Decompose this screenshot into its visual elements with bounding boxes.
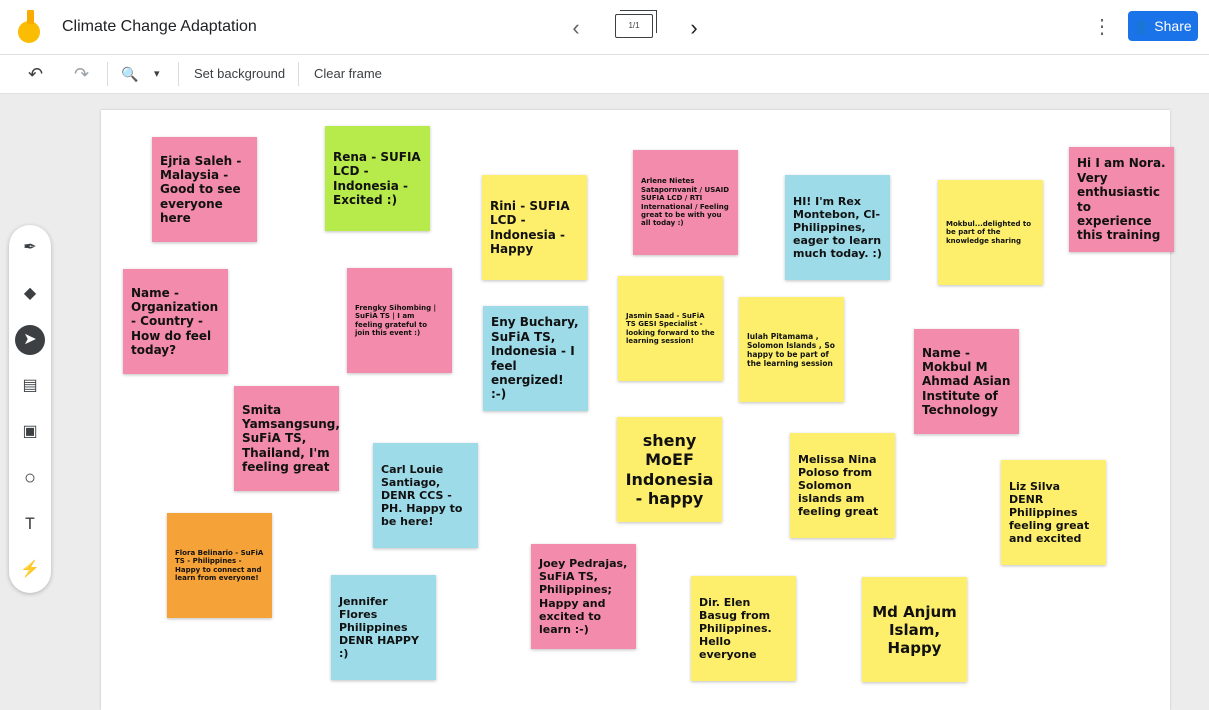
sticky-note[interactable]: Rena - SUFIA LCD - Indonesia - Excited :… <box>325 126 430 231</box>
laser-icon[interactable]: ⚡ <box>15 555 45 585</box>
sticky-note[interactable]: Smita Yamsangsung, SuFiA TS, Thailand, I… <box>234 386 339 491</box>
sticky-note[interactable]: Flora Belinario - SuFiA TS - Philippines… <box>167 513 272 618</box>
toolbar-divider <box>107 62 108 86</box>
share-button[interactable]: 👤 Share <box>1128 11 1198 41</box>
tool-rail: ✒ ◆ ➤ ▤ ▣ ○ T ⚡ <box>9 225 51 593</box>
text-box-icon[interactable]: T <box>15 509 45 539</box>
eraser-icon[interactable]: ◆ <box>15 279 45 309</box>
sticky-note[interactable]: Carl Louie Santiago, DENR CCS - PH. Happ… <box>373 443 478 548</box>
sticky-note[interactable]: Jasmin Saad - SuFiA TS GESI Specialist -… <box>618 276 723 381</box>
sticky-note[interactable]: Name -Mokbul M Ahmad Asian Institute of … <box>914 329 1019 434</box>
image-icon[interactable]: ▣ <box>15 417 45 447</box>
sticky-note[interactable]: Joey Pedrajas, SuFiA TS, Philippines; Ha… <box>531 544 636 649</box>
set-background-button[interactable]: Set background <box>194 55 285 93</box>
sticky-note[interactable]: sheny MoEF Indonesia - happy <box>617 417 722 522</box>
sticky-note[interactable]: Arlene Nietes Satapornvanit / USAID SUFI… <box>633 150 738 255</box>
circle-icon[interactable]: ○ <box>15 463 45 493</box>
toolbar-divider <box>298 62 299 86</box>
sticky-note[interactable]: Eny Buchary, SuFiA TS, Indonesia - I fee… <box>483 306 588 411</box>
sticky-note[interactable]: Ejria Saleh - Malaysia - Good to see eve… <box>152 137 257 242</box>
sticky-note[interactable]: Hi I am Nora. Very enthusiastic to exper… <box>1069 147 1174 252</box>
sticky-note[interactable]: Mokbul...delighted to be part of the kno… <box>938 180 1043 285</box>
frame-indicator[interactable]: 1/1 <box>615 10 657 38</box>
sticky-note[interactable]: Dir. Elen Basug from Philippines. Hello … <box>691 576 796 681</box>
sticky-note[interactable]: Name - Organization - Country - How do f… <box>123 269 228 374</box>
sticky-note[interactable]: Iulah Pitamama , Solomon Islands , So ha… <box>739 297 844 402</box>
sticky-note[interactable]: HI! I'm Rex Montebon, CI-Philippines, ea… <box>785 175 890 280</box>
sticky-note[interactable]: Rini - SUFIA LCD - Indonesia - Happy <box>482 175 587 280</box>
jam-canvas[interactable]: Ejria Saleh - Malaysia - Good to see eve… <box>101 110 1174 710</box>
select-icon[interactable]: ➤ <box>15 325 45 355</box>
top-bar: Climate Change Adaptation ‹ 1/1 › ⋮ 👤 Sha… <box>0 0 1209 55</box>
redo-icon[interactable]: ↷ <box>74 55 89 93</box>
clear-frame-button[interactable]: Clear frame <box>314 55 382 93</box>
share-label: Share <box>1154 18 1192 34</box>
pen-icon[interactable]: ✒ <box>15 233 45 263</box>
document-title[interactable]: Climate Change Adaptation <box>62 18 257 36</box>
toolbar-divider <box>178 62 179 86</box>
zoom-icon[interactable]: 🔍 <box>121 55 138 93</box>
more-options-icon[interactable]: ⋮ <box>1092 14 1112 40</box>
toolbar: ↶ ↷ 🔍 ▾ Set background Clear frame <box>0 55 1209 94</box>
sticky-note[interactable]: Melissa Nina Poloso from Solomon islands… <box>790 433 895 538</box>
sticky-note[interactable]: Md Anjum Islam, Happy <box>862 577 967 682</box>
sticky-note[interactable]: Jennifer Flores Philippines DENR HAPPY :… <box>331 575 436 680</box>
zoom-dropdown-icon[interactable]: ▾ <box>154 55 160 93</box>
sticky-note[interactable]: Frengky Sihombing | SuFiA TS | I am feel… <box>347 268 452 373</box>
person-icon: 👤 <box>1134 20 1150 34</box>
next-frame-button[interactable]: › <box>680 14 708 42</box>
sticky-note[interactable]: Liz Silva DENR Philippines feeling great… <box>1001 460 1106 565</box>
undo-icon[interactable]: ↶ <box>28 55 43 93</box>
jamboard-logo-icon <box>18 10 42 44</box>
previous-frame-button[interactable]: ‹ <box>562 14 590 42</box>
sticky-note-icon[interactable]: ▤ <box>15 371 45 401</box>
